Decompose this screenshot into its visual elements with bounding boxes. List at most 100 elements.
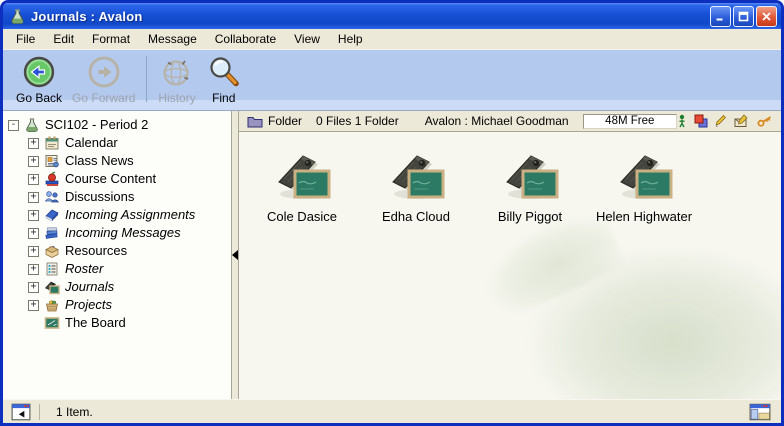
journal-item-label: Edha Cloud <box>382 209 450 224</box>
layers-icon[interactable] <box>694 114 708 128</box>
tree-item-projects[interactable]: + Projects <box>28 296 231 314</box>
go-back-label: Go Back <box>16 91 62 105</box>
apple-books-icon <box>44 171 60 187</box>
journal-icon <box>44 279 60 295</box>
forward-icon <box>86 54 122 90</box>
tree-item-label: The Board <box>65 314 126 332</box>
tree-item-course-content[interactable]: + Course Content <box>28 170 231 188</box>
tree-item-label: Resources <box>65 242 127 260</box>
titlebar[interactable]: Journals : Avalon <box>3 3 781 29</box>
folder-pane: Folder 0 Files 1 Folder Avalon : Michael… <box>239 111 781 399</box>
go-back-button[interactable]: Go Back <box>11 54 67 105</box>
go-forward-button: Go Forward <box>67 54 140 105</box>
expand-toggle[interactable]: + <box>28 210 39 221</box>
map-watermark <box>529 247 781 399</box>
account-label: Avalon : Michael Goodman <box>425 114 569 128</box>
journal-item-label: Cole Dasice <box>267 209 337 224</box>
collapse-arrow-icon <box>232 250 238 260</box>
journal-chalkboard-icon <box>270 146 334 204</box>
app-window: Journals : Avalon File Edit Format Messa… <box>0 0 784 426</box>
minimize-button[interactable] <box>710 6 731 27</box>
menu-file[interactable]: File <box>7 30 44 48</box>
tree-item-journals[interactable]: + Journals <box>28 278 231 296</box>
magnifier-icon <box>206 54 242 90</box>
user-icon[interactable] <box>677 114 687 128</box>
books-stack-icon <box>44 225 60 241</box>
news-icon <box>44 153 60 169</box>
menu-format[interactable]: Format <box>83 30 139 48</box>
tree-item-roster[interactable]: + Roster <box>28 260 231 278</box>
expand-toggle[interactable]: + <box>28 156 39 167</box>
item-count-text: 1 Item. <box>56 405 749 419</box>
expand-toggle[interactable]: + <box>28 264 39 275</box>
find-button[interactable]: Find <box>201 54 247 105</box>
tree-item-discussions[interactable]: + Discussions <box>28 188 231 206</box>
tree-item-label: Calendar <box>65 134 118 152</box>
menu-help[interactable]: Help <box>329 30 372 48</box>
compose-icon[interactable] <box>734 114 750 128</box>
maximize-button[interactable] <box>733 6 754 27</box>
journal-item[interactable]: Edha Cloud <box>363 146 469 224</box>
expand-toggle[interactable]: + <box>28 174 39 185</box>
back-icon <box>21 54 57 90</box>
tree-item-label: Roster <box>65 260 103 278</box>
tree-item-the-board[interactable]: The Board <box>28 314 231 332</box>
journal-item[interactable]: Billy Piggot <box>477 146 583 224</box>
tree-item-class-news[interactable]: + Class News <box>28 152 231 170</box>
calendar-icon <box>44 135 60 151</box>
expand-toggle[interactable]: + <box>28 246 39 257</box>
tree-item-incoming-assignments[interactable]: + Incoming Assignments <box>28 206 231 224</box>
journal-item-label: Helen Highwater <box>596 209 692 224</box>
expand-toggle[interactable]: + <box>28 138 39 149</box>
free-space-indicator: 48M Free <box>583 114 677 129</box>
expand-toggle[interactable]: + <box>28 282 39 293</box>
folder-type-label: Folder <box>268 114 302 128</box>
book-icon <box>44 207 60 223</box>
tree-item-incoming-messages[interactable]: + Incoming Messages <box>28 224 231 242</box>
journal-item[interactable]: Cole Dasice <box>249 146 355 224</box>
folder-counts: 0 Files 1 Folder <box>316 114 399 128</box>
expand-toggle[interactable]: + <box>28 300 39 311</box>
main-area: - SCI102 - Period 2 + Calendar + Class N… <box>3 110 781 399</box>
tree-item-label: Course Content <box>65 170 156 188</box>
view-switch-icon[interactable] <box>749 403 771 421</box>
journal-chalkboard-icon <box>384 146 448 204</box>
collapse-toggle[interactable]: - <box>8 120 19 131</box>
pencil-icon[interactable] <box>715 114 727 128</box>
toolbar: Go Back Go Forward History Find <box>3 50 781 110</box>
status-bar: 1 Item. <box>3 399 781 423</box>
expand-toggle[interactable]: + <box>28 192 39 203</box>
menu-view[interactable]: View <box>285 30 329 48</box>
expand-toggle[interactable]: + <box>28 228 39 239</box>
tree-item-label: SCI102 - Period 2 <box>45 116 148 134</box>
menu-edit[interactable]: Edit <box>44 30 83 48</box>
basket-icon <box>44 297 60 313</box>
people-icon <box>44 189 60 205</box>
journal-item[interactable]: Helen Highwater <box>591 146 697 224</box>
tree-item-class[interactable]: - SCI102 - Period 2 <box>8 116 231 134</box>
tree-item-resources[interactable]: + Resources <box>28 242 231 260</box>
globe-icon <box>159 54 195 90</box>
close-button[interactable] <box>756 6 777 27</box>
chalkboard-icon <box>44 315 60 331</box>
tree-item-calendar[interactable]: + Calendar <box>28 134 231 152</box>
history-button: History <box>153 54 200 105</box>
key-icon[interactable] <box>757 115 773 127</box>
history-label: History <box>158 91 195 105</box>
tree-item-label: Incoming Assignments <box>65 206 195 224</box>
menu-bar: File Edit Format Message Collaborate Vie… <box>3 29 781 50</box>
menu-collaborate[interactable]: Collaborate <box>206 30 285 48</box>
panel-toggle-icon[interactable] <box>11 403 31 421</box>
menu-message[interactable]: Message <box>139 30 206 48</box>
find-label: Find <box>212 91 235 105</box>
panel-splitter[interactable] <box>231 111 239 399</box>
journal-item-label: Billy Piggot <box>498 209 562 224</box>
journal-chalkboard-icon <box>498 146 562 204</box>
toolbar-separator <box>146 56 147 102</box>
tree-item-label: Journals <box>65 278 114 296</box>
tree-item-label: Incoming Messages <box>65 224 181 242</box>
folder-icon <box>247 115 263 128</box>
statusbar-separator <box>39 404 40 420</box>
flask-icon <box>24 117 40 133</box>
folder-contents: Cole Dasice Edha Cloud Billy Piggot <box>239 132 781 399</box>
